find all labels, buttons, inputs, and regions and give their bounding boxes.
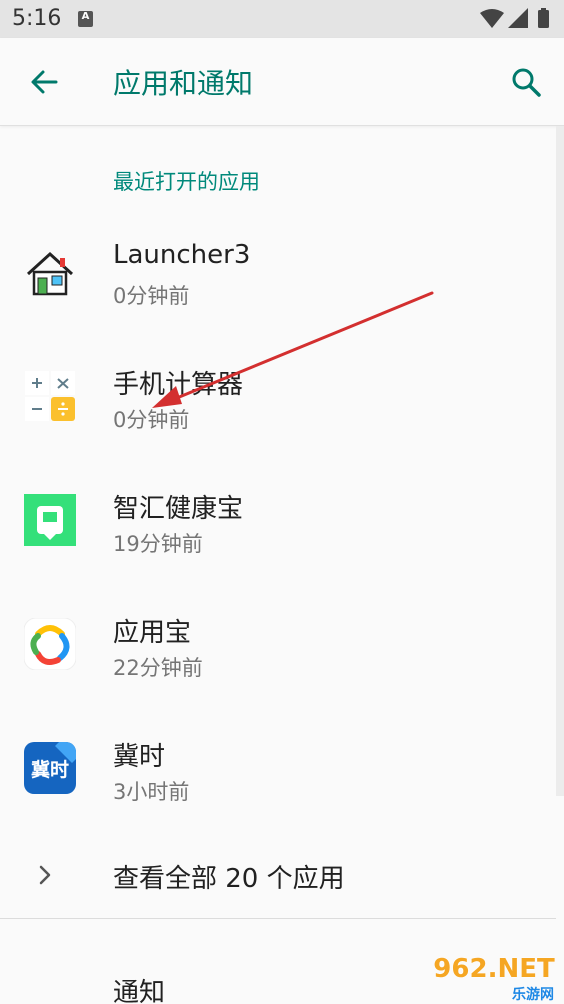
watermark-subtext: 乐游网	[512, 987, 554, 1003]
app-name: 智汇健康宝	[113, 494, 244, 524]
app-last-used: 3小时前	[113, 780, 190, 804]
divider	[0, 918, 556, 919]
app-name: 应用宝	[113, 618, 192, 648]
app-last-used: 0分钟前	[113, 284, 190, 308]
status-bar: 5:16 A	[0, 0, 564, 38]
search-icon[interactable]	[504, 60, 548, 104]
status-icons	[480, 8, 549, 28]
list-item-health[interactable]: 智汇健康宝 19分钟前	[0, 460, 556, 584]
calculator-icon	[25, 371, 75, 421]
wifi-icon	[480, 9, 504, 28]
battery-icon	[538, 10, 549, 28]
jishi-icon-text: 冀时	[30, 759, 69, 781]
jishi-icon: 冀时	[24, 742, 76, 794]
app-store-icon	[24, 618, 76, 670]
watermark-text: 962.NET	[433, 954, 555, 984]
arrow-left-icon[interactable]	[22, 60, 66, 104]
list-item-jishi[interactable]: 冀时 冀时 3小时前	[0, 708, 556, 832]
app-name: 手机计算器	[113, 370, 244, 400]
health-green-icon	[24, 494, 76, 546]
see-all-label: 查看全部 20 个应用	[113, 864, 345, 894]
notifications-item[interactable]: 通知	[113, 972, 165, 1004]
watermark-logo: 962.NET 乐游网	[424, 950, 564, 1004]
list-item-calculator[interactable]: 手机计算器 0分钟前	[0, 336, 556, 460]
status-time: 5:16	[12, 6, 62, 31]
signal-icon	[508, 8, 528, 28]
chevron-right-icon	[39, 865, 51, 885]
scrollbar[interactable]	[556, 126, 564, 796]
list-item-app-store[interactable]: 应用宝 22分钟前	[0, 584, 556, 708]
notification-a-icon: A	[78, 11, 93, 27]
app-bar: 应用和通知	[0, 38, 564, 126]
launcher-house-icon	[26, 251, 74, 296]
page-title: 应用和通知	[113, 67, 254, 100]
app-last-used: 0分钟前	[113, 408, 190, 432]
app-name: 冀时	[113, 742, 166, 772]
app-last-used: 19分钟前	[113, 532, 203, 556]
app-last-used: 22分钟前	[113, 656, 203, 680]
app-name: Launcher3	[113, 240, 251, 270]
list-item-launcher3[interactable]: Launcher3 0分钟前	[0, 212, 556, 336]
section-title-recent-apps: 最近打开的应用	[113, 170, 260, 194]
see-all-apps-button[interactable]: 查看全部 20 个应用	[0, 836, 556, 916]
